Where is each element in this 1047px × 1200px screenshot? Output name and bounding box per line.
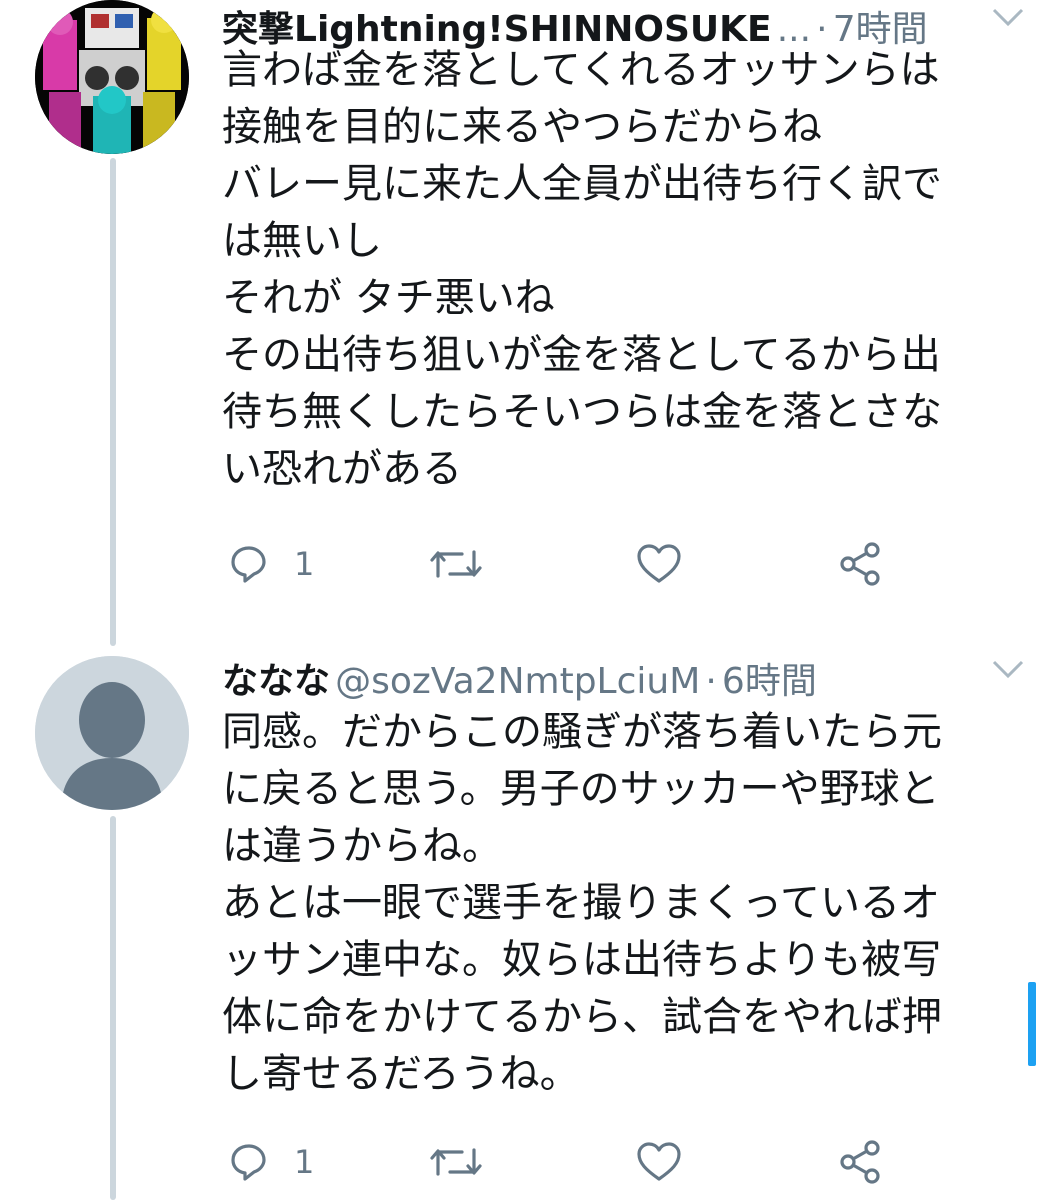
retweet-button[interactable] xyxy=(428,1132,508,1192)
tweet-actions: 1 xyxy=(222,1132,1012,1192)
handle[interactable]: @sozVa2NmtpLciuM xyxy=(335,661,700,702)
avatar[interactable] xyxy=(35,656,189,810)
retweet-icon xyxy=(428,543,484,585)
reply-count: 1 xyxy=(294,545,315,583)
tweet-text: 言わば金を落としてくれるオッサンらは 接触を目的に来るやつらだからね バレー見に… xyxy=(222,47,942,492)
heart-icon xyxy=(636,1141,682,1183)
like-button[interactable] xyxy=(636,534,706,594)
avatar-image xyxy=(35,0,189,154)
display-name[interactable]: ななな xyxy=(222,661,330,702)
reply-icon xyxy=(228,543,270,585)
avatar[interactable] xyxy=(35,0,189,154)
tweet-actions: 1 xyxy=(222,534,1012,594)
tweet-text: 同感。だからこの騒ぎが落ち着いたら元 に戻ると思う。男子のサッカーや野球と は違… xyxy=(222,709,942,1097)
share-button[interactable] xyxy=(838,1132,884,1192)
tweet-header: ななな @sozVa2NmtpLciuM · 6時間 xyxy=(222,652,1047,704)
timestamp[interactable]: 6時間 xyxy=(722,661,817,702)
reply-count: 1 xyxy=(294,1143,315,1181)
scroll-indicator[interactable] xyxy=(1028,982,1036,1066)
reply-button[interactable]: 1 xyxy=(228,1132,314,1192)
share-icon xyxy=(838,1139,884,1185)
heart-icon xyxy=(636,543,682,585)
default-avatar-icon xyxy=(35,656,189,810)
chevron-down-icon[interactable] xyxy=(991,658,1025,684)
share-icon xyxy=(838,541,884,587)
share-button[interactable] xyxy=(838,534,884,594)
tweet[interactable]: 突撃Lightning!SHINNOSUKE ... · 7時間 言わば金を落と… xyxy=(0,0,1047,600)
tweet[interactable]: ななな @sozVa2NmtpLciuM · 6時間 同感。だからこの騒ぎが落ち… xyxy=(0,652,1047,1200)
reply-icon xyxy=(228,1141,270,1183)
reply-button[interactable]: 1 xyxy=(228,534,314,594)
retweet-icon xyxy=(428,1141,484,1183)
chevron-down-icon[interactable] xyxy=(991,6,1025,32)
like-button[interactable] xyxy=(636,1132,706,1192)
separator-dot: · xyxy=(705,661,717,702)
retweet-button[interactable] xyxy=(428,534,508,594)
